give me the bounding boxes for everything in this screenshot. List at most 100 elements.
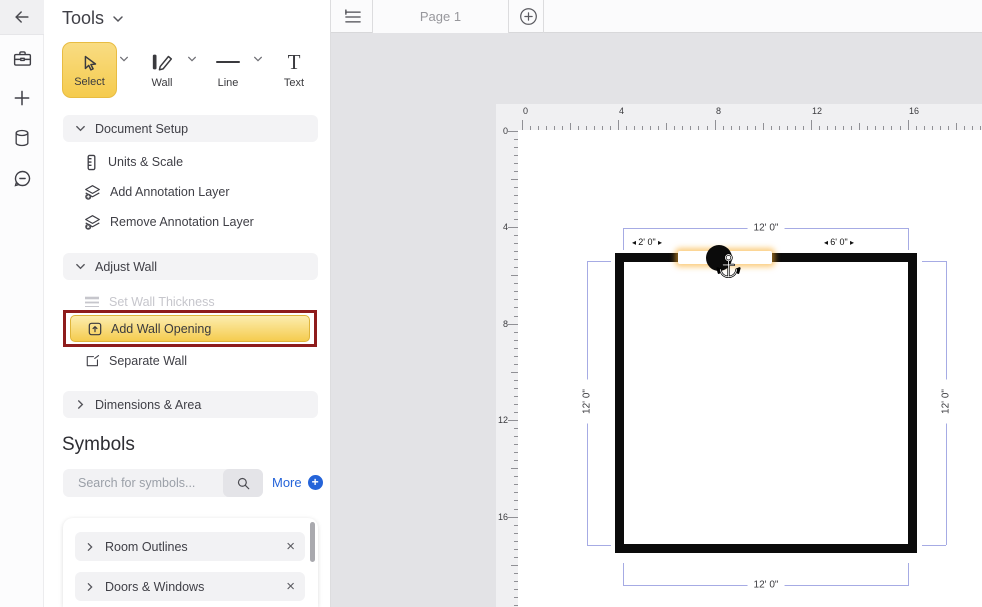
- text-tool-button[interactable]: T Text: [271, 42, 317, 98]
- plus-icon: [12, 88, 32, 108]
- tab-page-1[interactable]: Page 1: [372, 0, 509, 33]
- remove-annotation-layer-label: Remove Annotation Layer: [110, 215, 254, 229]
- tool-buttons-row: Select Wall Line T Text: [62, 42, 322, 102]
- separate-wall-label: Separate Wall: [109, 354, 187, 368]
- chevron-down-icon[interactable]: [112, 13, 124, 25]
- search-icon: [236, 476, 251, 491]
- panel-title: Tools: [62, 8, 124, 29]
- vertical-ruler: 0 4 8 12 16: [496, 104, 518, 607]
- section-dimensions-area[interactable]: Dimensions & Area: [63, 391, 318, 418]
- dimension-extension: [922, 261, 946, 262]
- chevron-down-icon: [75, 123, 86, 134]
- wall-pen-icon: [149, 51, 175, 73]
- select-tool-label: Select: [74, 76, 105, 88]
- add-layer-icon: [84, 184, 101, 201]
- opening-right-dimension: 6' 0": [824, 237, 854, 247]
- chevron-down-icon: [75, 261, 86, 272]
- page-list-button[interactable]: [341, 6, 365, 27]
- database-icon: [12, 128, 32, 148]
- ruler-label: 16: [498, 512, 508, 522]
- more-symbols-link[interactable]: More +: [272, 475, 323, 490]
- units-scale-label: Units & Scale: [108, 155, 183, 169]
- section-title: Adjust Wall: [95, 260, 157, 274]
- set-wall-thickness-label: Set Wall Thickness: [109, 295, 215, 309]
- text-tool-icon: T: [288, 51, 301, 73]
- data-button[interactable]: [0, 118, 44, 158]
- ruler-label: 4: [619, 106, 624, 116]
- dimension-line-top: 12' 0": [623, 228, 909, 229]
- plus-circle-icon: [519, 7, 538, 26]
- toolbox-icon: [12, 48, 33, 69]
- comments-button[interactable]: [0, 158, 44, 198]
- select-tool-dropdown-icon[interactable]: [119, 54, 129, 64]
- line-tool-dropdown-icon[interactable]: [253, 54, 263, 64]
- remove-layer-icon: [84, 214, 101, 231]
- drawing-page: 12' 0" 2' 0" 6' 0" 12' 0" 12' 0" 12' 0": [518, 130, 982, 607]
- wall-tool-dropdown-icon[interactable]: [187, 54, 197, 64]
- add-wall-opening-label: Add Wall Opening: [111, 322, 211, 336]
- tools-panel: Tools Select Wall Line T Text Document S…: [44, 0, 330, 607]
- chevron-right-icon[interactable]: [85, 582, 95, 592]
- page-list-icon: [344, 9, 362, 25]
- dimension-extension: [908, 563, 909, 585]
- units-scale-item[interactable]: Units & Scale: [84, 152, 183, 172]
- symbols-title: Symbols: [62, 434, 135, 456]
- symbols-search-input[interactable]: [63, 469, 221, 497]
- line-tool-label: Line: [218, 77, 239, 89]
- section-title: Dimensions & Area: [95, 398, 201, 412]
- dimension-label-left: 12' 0": [582, 380, 593, 424]
- line-tool-button[interactable]: Line: [205, 42, 251, 98]
- close-icon[interactable]: ×: [286, 579, 295, 594]
- add-page-button[interactable]: [515, 6, 541, 27]
- section-document-setup[interactable]: Document Setup: [63, 115, 318, 142]
- line-icon: [215, 51, 241, 73]
- dimension-label-right: 12' 0": [941, 380, 952, 424]
- ruler-label: 4: [498, 222, 508, 232]
- section-adjust-wall[interactable]: Adjust Wall: [63, 253, 318, 280]
- horizontal-ruler: 0 4 8 12 16: [496, 104, 982, 130]
- separate-wall-item[interactable]: Separate Wall: [84, 351, 187, 371]
- more-plus-icon: +: [308, 475, 323, 490]
- anchor-cursor-icon: [716, 252, 741, 283]
- remove-annotation-layer-item[interactable]: Remove Annotation Layer: [84, 212, 254, 232]
- wall-tool-button[interactable]: Wall: [139, 42, 185, 98]
- symbol-group-label: Doors & Windows: [105, 580, 276, 594]
- dimension-extension: [587, 545, 611, 546]
- symbols-search: [63, 469, 263, 497]
- symbols-search-button[interactable]: [223, 469, 263, 497]
- section-title: Document Setup: [95, 122, 188, 136]
- wall-opening-icon: [88, 322, 102, 336]
- tab-page-1-label: Page 1: [420, 9, 461, 24]
- page-tab-bar: Page 1: [331, 0, 982, 33]
- add-shape-button[interactable]: [0, 78, 44, 118]
- symbols-card: Room Outlines × Doors & Windows ×: [63, 518, 318, 607]
- dimension-extension: [908, 228, 909, 250]
- ruler-label: 8: [498, 319, 508, 329]
- ruler-label: 16: [909, 106, 919, 116]
- ruler-label: 0: [498, 126, 508, 136]
- room-walls[interactable]: [615, 253, 917, 553]
- set-wall-thickness-item[interactable]: Set Wall Thickness: [84, 292, 215, 312]
- ruler-icon: [84, 154, 99, 171]
- add-wall-opening-button[interactable]: Add Wall Opening: [70, 315, 310, 342]
- text-tool-label: Text: [284, 77, 304, 89]
- dimension-extension: [587, 261, 611, 262]
- panel-title-text: Tools: [62, 8, 104, 29]
- dimension-extension: [623, 228, 624, 250]
- opening-left-dimension: 2' 0": [632, 237, 662, 247]
- close-icon[interactable]: ×: [286, 539, 295, 554]
- back-button[interactable]: [0, 0, 44, 35]
- toolbox-button[interactable]: [0, 38, 44, 78]
- dimension-label-bottom: 12' 0": [748, 580, 785, 591]
- select-tool-button[interactable]: Select: [62, 42, 117, 98]
- ruler-label: 8: [716, 106, 721, 116]
- add-annotation-layer-item[interactable]: Add Annotation Layer: [84, 182, 230, 202]
- comment-icon: [12, 168, 33, 189]
- symbols-scrollbar[interactable]: [310, 522, 315, 562]
- more-symbols-label: More: [272, 475, 302, 490]
- symbol-group-room-outlines[interactable]: Room Outlines ×: [75, 532, 305, 561]
- symbol-group-doors-windows[interactable]: Doors & Windows ×: [75, 572, 305, 601]
- chevron-right-icon[interactable]: [85, 542, 95, 552]
- wall-tool-label: Wall: [152, 77, 173, 89]
- ruler-label: 12: [812, 106, 822, 116]
